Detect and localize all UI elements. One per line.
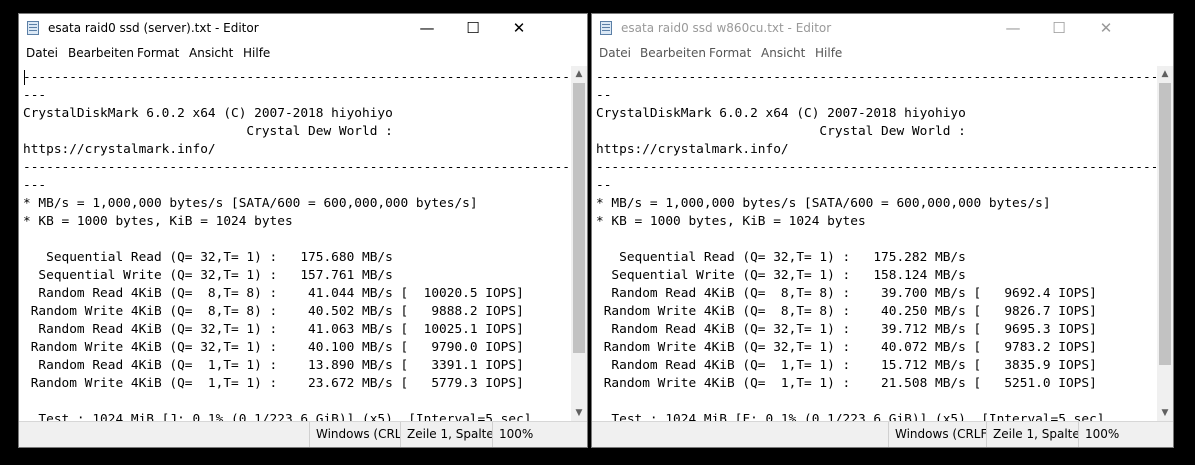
window-title: esata raid0 ssd w860cu.txt - Editor [621, 21, 832, 35]
line-ending-status: Windows (CRLF) [309, 422, 400, 447]
menu-format[interactable]: Format [709, 46, 751, 60]
chevron-down-icon[interactable]: ▼ [1157, 405, 1173, 421]
menu-hilfe[interactable]: Hilfe [815, 46, 842, 60]
notepad-icon [27, 21, 39, 35]
text-editor[interactable]: ----------------------------------------… [593, 66, 1156, 421]
zoom-status: 100% [1078, 422, 1173, 447]
menu-bar: Datei Bearbeiten Format Ansicht Hilfe [19, 44, 587, 64]
status-bar: Windows (CRLF) Zeile 1, Spalte 1 100% [19, 421, 587, 447]
scrollbar-thumb[interactable] [1159, 83, 1171, 365]
menu-datei[interactable]: Datei [599, 46, 631, 60]
notepad-icon [600, 21, 612, 35]
notepad-window-server[interactable]: esata raid0 ssd (server).txt - Editor — … [18, 13, 588, 448]
vertical-scrollbar[interactable]: ▲ ▼ [571, 66, 587, 421]
document-text[interactable]: ----------------------------------------… [20, 66, 570, 421]
text-caret [24, 70, 25, 85]
menu-hilfe[interactable]: Hilfe [243, 46, 270, 60]
menu-datei[interactable]: Datei [26, 46, 58, 60]
cursor-position-status: Zeile 1, Spalte 1 [986, 422, 1078, 447]
notepad-window-w860cu[interactable]: esata raid0 ssd w860cu.txt - Editor — ☐ … [591, 13, 1174, 448]
status-bar: Windows (CRLF) Zeile 1, Spalte 1 100% [592, 421, 1173, 447]
maximize-icon[interactable]: ☐ [1036, 14, 1082, 43]
menu-bearbeiten[interactable]: Bearbeiten [68, 46, 134, 60]
scrollbar-thumb[interactable] [573, 83, 585, 353]
window-title: esata raid0 ssd (server).txt - Editor [48, 21, 259, 35]
chevron-up-icon[interactable]: ▲ [571, 66, 587, 82]
vertical-scrollbar[interactable]: ▲ ▼ [1157, 66, 1173, 421]
document-text[interactable]: ----------------------------------------… [593, 66, 1156, 421]
chevron-down-icon[interactable]: ▼ [571, 405, 587, 421]
menu-bar: Datei Bearbeiten Format Ansicht Hilfe [592, 44, 1173, 64]
zoom-status: 100% [492, 422, 587, 447]
text-editor[interactable]: ----------------------------------------… [20, 66, 570, 421]
menu-ansicht[interactable]: Ansicht [761, 46, 805, 60]
line-ending-status: Windows (CRLF) [888, 422, 986, 447]
title-bar[interactable]: esata raid0 ssd w860cu.txt - Editor — ☐ … [592, 14, 1173, 43]
title-bar[interactable]: esata raid0 ssd (server).txt - Editor — … [19, 14, 587, 43]
maximize-icon[interactable]: ☐ [450, 14, 496, 43]
minimize-icon[interactable]: — [404, 14, 450, 43]
close-icon[interactable]: ✕ [1082, 14, 1130, 43]
menu-bearbeiten[interactable]: Bearbeiten [640, 46, 706, 60]
menu-format[interactable]: Format [137, 46, 179, 60]
chevron-up-icon[interactable]: ▲ [1157, 66, 1173, 82]
cursor-position-status: Zeile 1, Spalte 1 [400, 422, 492, 447]
minimize-icon[interactable]: — [990, 14, 1036, 43]
close-icon[interactable]: ✕ [496, 14, 542, 43]
menu-ansicht[interactable]: Ansicht [189, 46, 233, 60]
